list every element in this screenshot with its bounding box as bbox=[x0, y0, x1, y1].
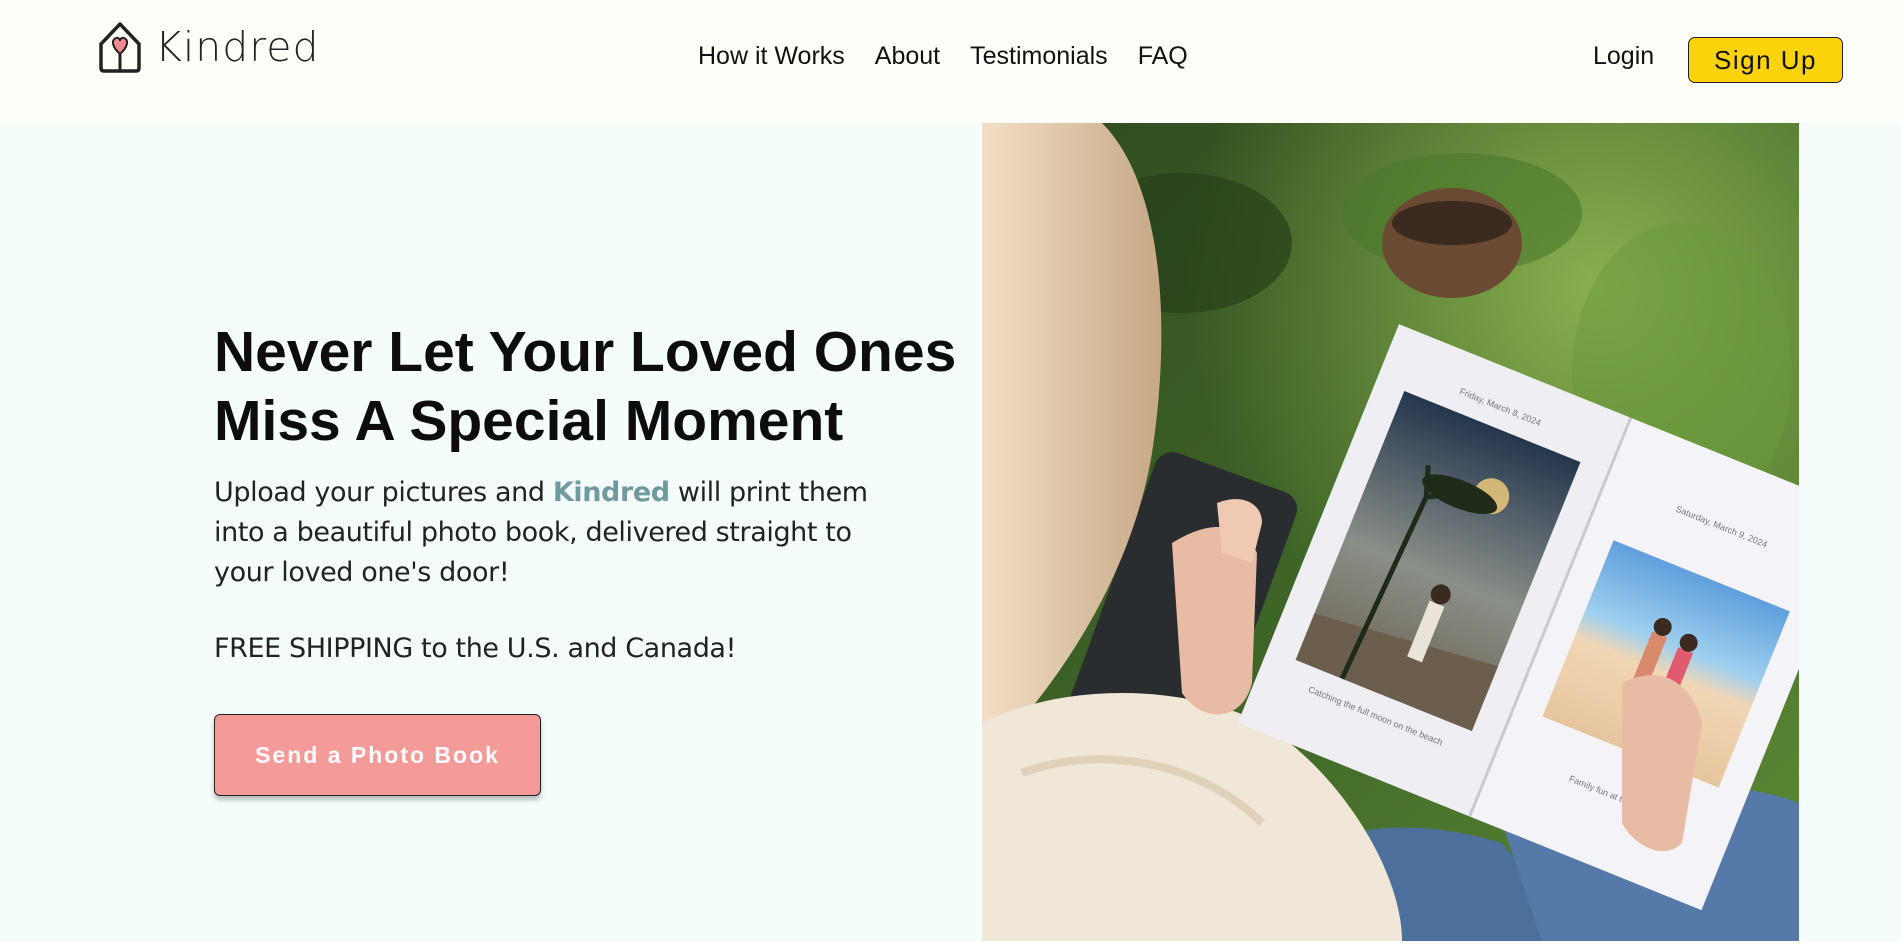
hero-section: Never Let Your Loved Ones Miss A Special… bbox=[0, 123, 1901, 941]
nav-how-it-works[interactable]: How it Works bbox=[698, 42, 845, 71]
site-header: Kindred How it Works About Testimonials … bbox=[0, 0, 1901, 123]
house-heart-icon bbox=[99, 22, 141, 73]
login-link[interactable]: Login bbox=[1593, 42, 1654, 71]
main-nav: How it Works About Testimonials FAQ bbox=[698, 42, 1218, 71]
hero-title: Never Let Your Loved Ones Miss A Special… bbox=[214, 320, 957, 453]
subtitle-text-start: Upload your pictures and bbox=[214, 477, 553, 508]
hero-subtitle: Upload your pictures and Kindred will pr… bbox=[214, 473, 914, 593]
nav-about[interactable]: About bbox=[875, 42, 940, 71]
free-shipping-note: FREE SHIPPING to the U.S. and Canada! bbox=[214, 633, 736, 664]
nav-faq[interactable]: FAQ bbox=[1138, 42, 1188, 71]
hero-photo: Friday, March 8, 2024 Catching the full … bbox=[982, 123, 1799, 941]
subtitle-brand: Kindred bbox=[552, 477, 670, 508]
brand-wordmark: Kindred bbox=[155, 23, 320, 71]
sign-up-button[interactable]: Sign Up bbox=[1688, 37, 1843, 83]
nav-testimonials[interactable]: Testimonials bbox=[970, 42, 1108, 71]
logo-link[interactable]: Kindred bbox=[97, 20, 320, 74]
send-photo-book-button[interactable]: Send a Photo Book bbox=[214, 714, 541, 796]
